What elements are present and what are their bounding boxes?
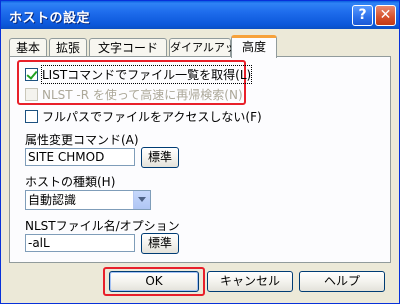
tab-advanced[interactable]: 高度 — [231, 35, 277, 58]
chevron-down-icon[interactable] — [133, 191, 150, 209]
ok-button[interactable]: OK — [109, 271, 199, 292]
nlst-r-checkbox — [25, 87, 38, 101]
dialog-window: ホストの設定 ? ✕ 基本 拡張 文字コード ダイアルアップ 高度 LISTコマ… — [0, 0, 400, 304]
tab-extended[interactable]: 拡張 — [49, 38, 87, 57]
host-type-value: 自動認識 — [28, 193, 77, 207]
chmod-label: 属性変更コマンド(A) — [25, 133, 139, 147]
host-type-select[interactable]: 自動認識 — [25, 190, 151, 210]
list-command-checkbox[interactable] — [25, 67, 38, 81]
nlst-r-label: NLST -R を使って高速に再帰検索(N) — [42, 87, 243, 102]
list-command-label: LISTコマンドでファイル一覧を取得(L) — [40, 64, 253, 84]
help-button[interactable]: ヘルプ — [299, 271, 385, 292]
chmod-default-button[interactable]: 標準 — [141, 147, 179, 168]
no-fullpath-option[interactable]: フルパスでファイルをアクセスしない(F) — [25, 108, 262, 124]
chmod-input[interactable]: SITE CHMOD — [25, 148, 135, 166]
cancel-button[interactable]: キャンセル — [207, 271, 293, 292]
title-bar[interactable]: ホストの設定 ? ✕ — [1, 1, 399, 29]
window-title: ホストの設定 — [9, 11, 91, 26]
list-command-option[interactable]: LISTコマンドでファイル一覧を取得(L) — [25, 64, 253, 84]
tab-basic[interactable]: 基本 — [9, 38, 47, 57]
nlst-label: NLSTファイル名/オプション — [25, 219, 180, 233]
help-icon[interactable]: ? — [352, 5, 373, 26]
close-icon[interactable]: ✕ — [375, 5, 396, 26]
nlst-r-option: NLST -R を使って高速に再帰検索(N) — [25, 86, 243, 102]
no-fullpath-label: フルパスでファイルをアクセスしない(F) — [42, 109, 262, 124]
host-type-label: ホストの種類(H) — [25, 175, 116, 189]
nlst-input[interactable]: -alL — [25, 234, 135, 252]
tab-dialup[interactable]: ダイアルアップ — [169, 38, 247, 57]
nlst-default-button[interactable]: 標準 — [141, 233, 179, 254]
tab-charset[interactable]: 文字コード — [89, 38, 167, 57]
no-fullpath-checkbox[interactable] — [25, 109, 38, 123]
